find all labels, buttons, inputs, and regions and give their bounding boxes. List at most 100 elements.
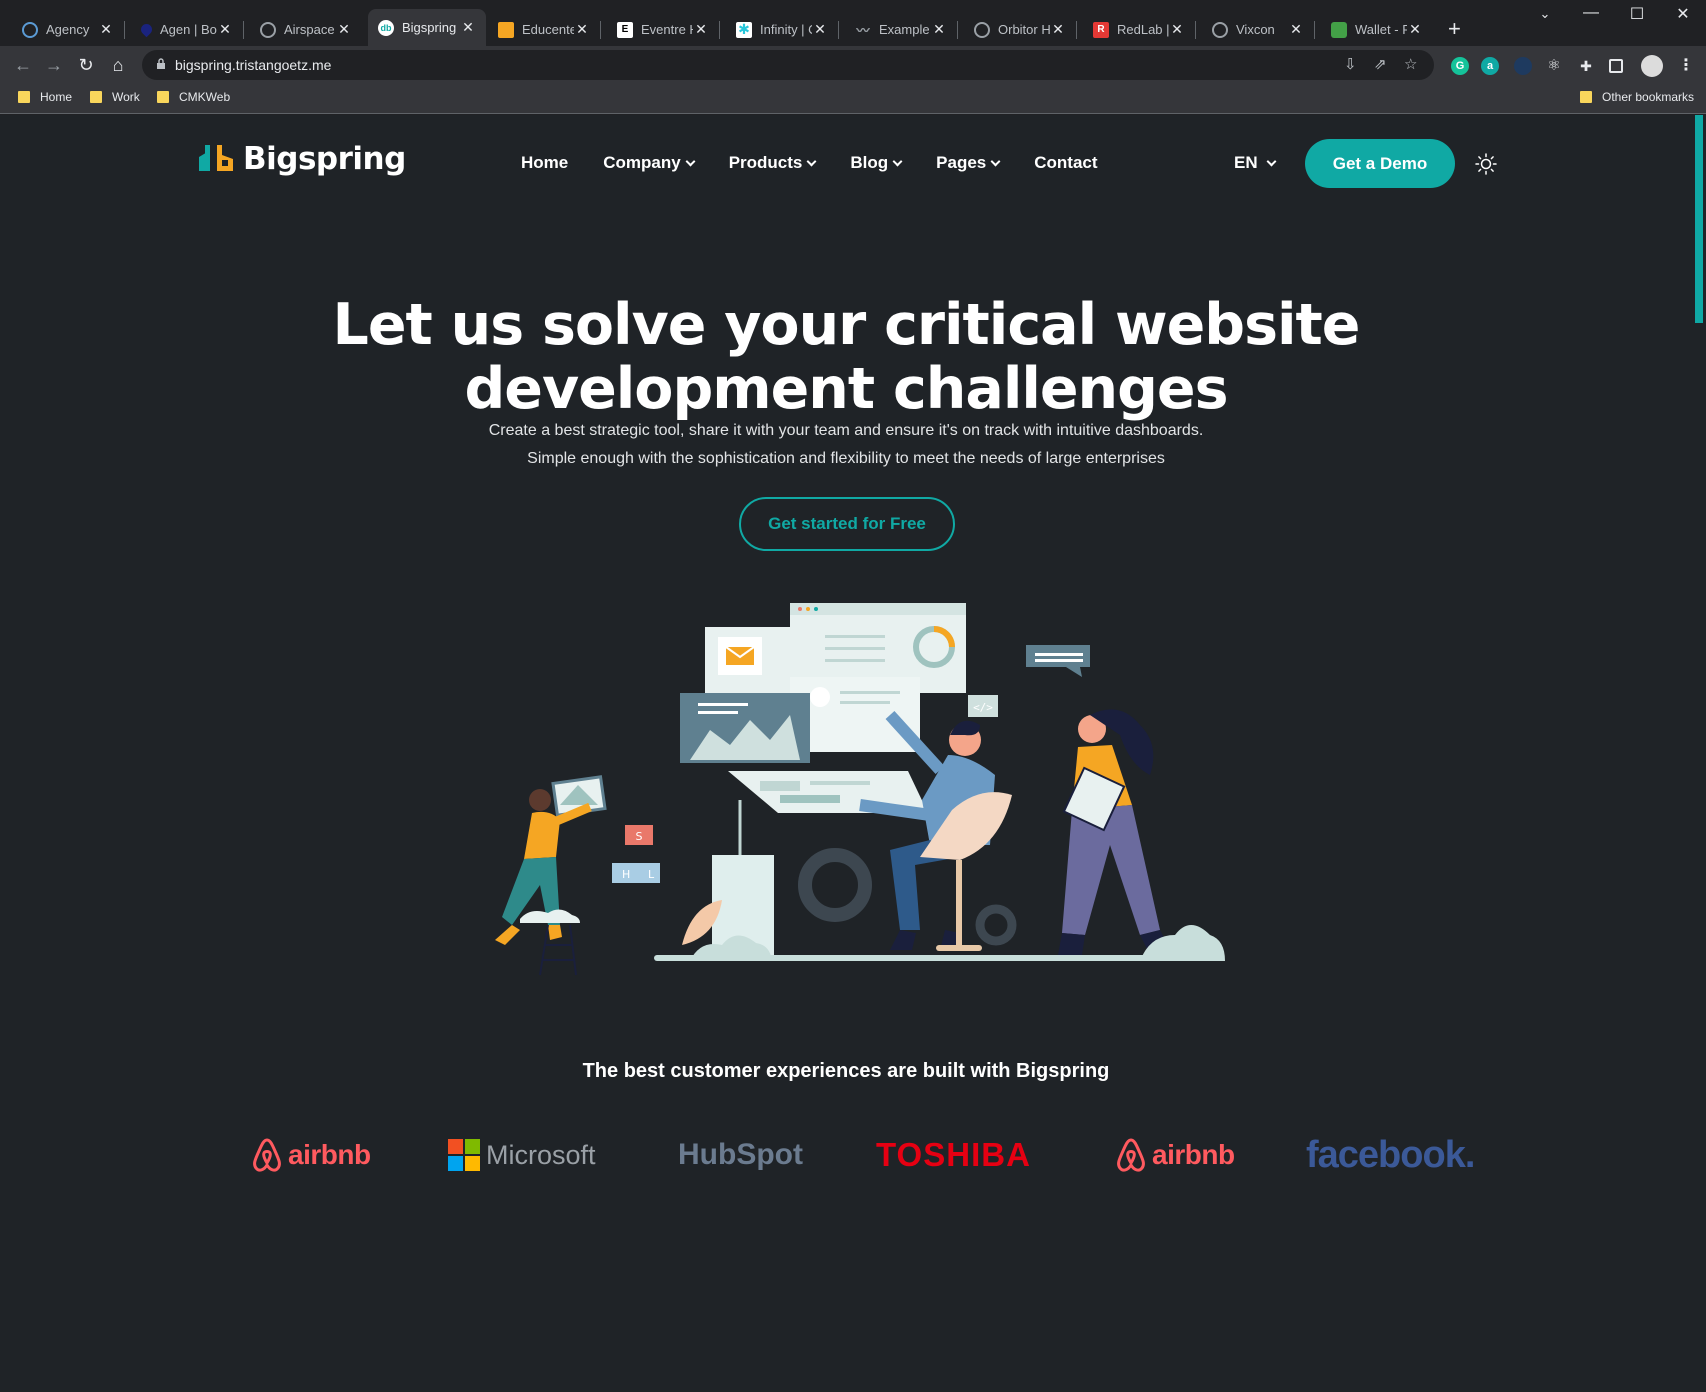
reload-icon[interactable]: ↻ [73,52,99,78]
browser-tab[interactable]: 〰 Example s ✕ [845,13,958,46]
close-icon[interactable]: ✕ [460,19,476,36]
browser-tab[interactable]: Agen | Bo ✕ [131,13,244,46]
nav-label: Products [728,153,803,172]
brand-name: TOSHIBA [876,1136,1031,1173]
close-icon[interactable]: ✕ [931,21,947,38]
nav-pages[interactable]: Pages [936,153,1001,173]
nav-blog[interactable]: Blog [850,153,903,173]
tab-search-icon[interactable]: ⌄ [1522,6,1568,22]
close-icon[interactable]: ✕ [1288,21,1304,38]
bookmark-home[interactable]: Home [18,90,72,104]
close-icon[interactable]: ✕ [336,21,352,38]
lock-icon [157,58,165,69]
back-icon[interactable]: ← [10,52,36,78]
microsoft-windows-icon [448,1139,480,1171]
browser-tab[interactable]: Airspace | ✕ [250,13,362,46]
browser-tab[interactable]: Agency ✕ [12,13,125,46]
extensions-puzzle-icon[interactable]: ✚ [1577,57,1595,75]
site-logo[interactable]: Bigspring [197,141,406,177]
language-select[interactable]: EN [1234,153,1277,173]
sun-icon[interactable] [1475,153,1497,175]
agency-icon [22,21,38,38]
nav-company[interactable]: Company [603,153,696,173]
brand-logo-facebook: facebook. [1306,1125,1475,1185]
browser-tab[interactable]: Vixcon ✕ [1202,13,1315,46]
language-label: EN [1234,153,1258,172]
other-bookmarks[interactable]: Other bookmarks [1580,90,1694,104]
side-panel-icon[interactable] [1609,59,1623,73]
address-bar[interactable]: bigspring.tristangoetz.me ⇩ ⇗ ☆ [142,50,1434,80]
cube-icon [498,21,514,38]
close-icon[interactable]: ✕ [812,21,828,38]
tab-title: Eventre H [641,22,693,37]
chevron-down-icon [990,156,1001,166]
bookmark-label: CMKWeb [179,90,231,104]
browser-tab[interactable]: Educenter ✕ [488,13,601,46]
svg-text:S: S [636,830,643,843]
nav-home[interactable]: Home [521,153,568,173]
new-tab-button[interactable]: + [1448,16,1461,42]
grammarly-icon[interactable]: G [1451,57,1469,75]
hero-title-line: development challenges [464,356,1228,422]
browser-tab[interactable]: ✱ Infinity | C ✕ [726,13,839,46]
chevron-down-icon [806,156,817,166]
nav-products[interactable]: Products [728,153,817,173]
home-icon[interactable]: ⌂ [105,52,131,78]
browser-tab[interactable]: Wallet - P ✕ [1321,13,1433,46]
avatar[interactable] [1641,55,1663,77]
scrollbar-thumb[interactable] [1695,115,1703,323]
brand-name: airbnb [288,1139,371,1170]
nav-label: Pages [936,153,987,172]
get-demo-button[interactable]: Get a Demo [1305,139,1455,188]
bookmark-work[interactable]: Work [90,90,140,104]
get-started-button[interactable]: Get started for Free [739,497,955,551]
browser-tab-active[interactable]: db Bigspring ✕ [368,9,486,46]
react-devtools-icon[interactable]: ⚛ [1545,57,1563,75]
tab-title: Airspace | [284,22,336,37]
nav-contact[interactable]: Contact [1034,153,1097,173]
globe-icon [1212,21,1228,38]
browser-tab[interactable]: E Eventre H ✕ [607,13,720,46]
forward-icon[interactable]: → [41,52,67,78]
browser-tab[interactable]: Orbitor H ✕ [964,13,1077,46]
nav-label: Blog [850,153,889,172]
install-icon[interactable]: ⇩ [1344,55,1357,73]
close-icon[interactable]: ✕ [1050,21,1066,38]
bigspring-icon: db [378,19,394,36]
globe-icon [974,21,990,38]
chevron-down-icon [685,156,696,166]
bookmark-cmkweb[interactable]: CMKWeb [157,90,230,104]
pulse-icon: 〰 [856,23,870,38]
bookmark-star-icon[interactable]: ☆ [1404,55,1417,73]
tab-title: Bigspring [402,20,457,35]
tab-title: Educenter [522,22,574,37]
tab-title: Vixcon [1236,22,1275,37]
tab-title: Agency [46,22,90,37]
airbnb-icon [253,1138,281,1172]
tab-title: Agen | Bo [160,22,217,37]
browser-tab[interactable]: R RedLab | F ✕ [1083,13,1196,46]
close-window-button[interactable]: ✕ [1660,4,1706,24]
nav-label: Contact [1034,153,1098,172]
minimize-button[interactable]: — [1568,4,1614,22]
brand-logo-hubspot: HubSpot [678,1125,803,1185]
nav-label: Company [603,153,681,172]
brand-logos: airbnb Microsoft HubSpot TOSHIBA airbnb … [240,1125,1480,1185]
svg-text:L: L [648,868,655,881]
share-icon[interactable]: ⇗ [1374,55,1387,73]
extension-dark-icon[interactable] [1514,57,1532,75]
close-icon[interactable]: ✕ [693,21,709,38]
hero-illustration: </> S H L [495,603,1225,976]
page-scrollbar[interactable] [1692,115,1706,1392]
extension-a-icon[interactable]: a [1481,57,1499,75]
close-icon[interactable]: ✕ [1169,21,1185,38]
brand-logo-airbnb: airbnb [250,1125,371,1185]
close-icon[interactable]: ✕ [98,21,114,38]
close-icon[interactable]: ✕ [217,21,233,38]
maximize-button[interactable]: ☐ [1614,4,1660,24]
nav-label: Home [521,153,569,172]
bigspring-logo-icon [199,145,233,171]
close-icon[interactable]: ✕ [574,21,590,38]
menu-kebab-icon[interactable]: ⋮ [1677,57,1695,75]
close-icon[interactable]: ✕ [1407,21,1423,38]
